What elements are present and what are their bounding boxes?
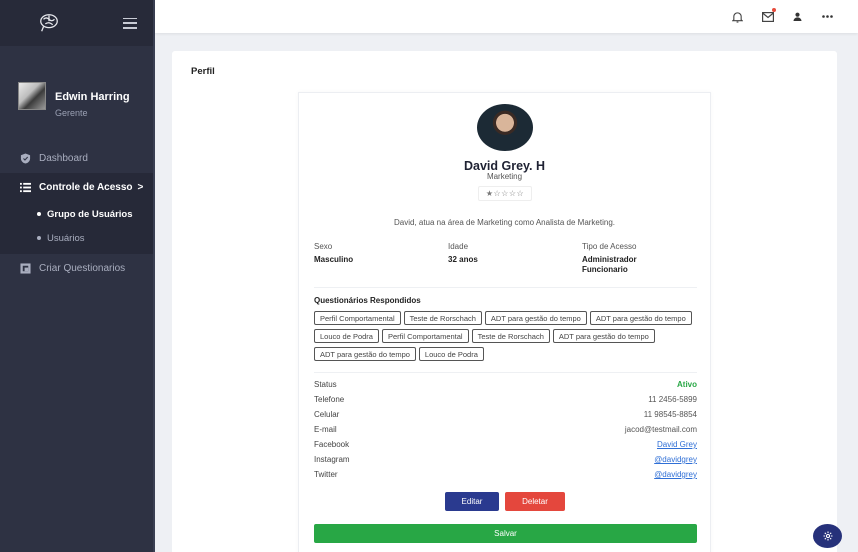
menu-toggle-icon[interactable] [123,17,137,29]
detail-row: Status Ativo [314,380,697,395]
detail-label: Celular [314,410,340,419]
info-value: Administrador Funcionario [582,255,637,274]
notification-dot [772,8,776,12]
detail-value: 11 2456-5899 [648,395,697,404]
profile-card: David Grey. H Marketing ★☆☆☆☆ David, atu… [298,92,711,552]
detail-link[interactable]: David Grey [657,440,697,455]
profile-name: David Grey. H [463,159,546,173]
questionnaire-tag[interactable]: ADT para gestão do tempo [552,329,655,343]
brain-logo-icon[interactable] [38,12,60,34]
questionnaire-tag[interactable]: ADT para gestão do tempo [589,311,692,325]
detail-label: Status [314,380,337,389]
sidebar-item-label: Controle de Acesso [39,182,133,193]
sidebar-user: Edwin Harring Gerente [0,46,153,146]
detail-row: Telefone 11 2456-5899 [314,395,697,410]
bullet-icon [37,236,41,240]
detail-label: E-mail [314,425,337,434]
sidebar-item-access-control[interactable]: Controle de Acesso > [0,173,153,202]
sidebar-group-access: Controle de Acesso > Grupo de Usuários U… [0,173,153,254]
detail-row: E-mail jacod@testmail.com [314,425,697,440]
main-panel: Perfil David Grey. H Marketing ★☆☆☆☆ Dav… [172,51,837,552]
questionnaire-tag[interactable]: Perfil Comportamental [381,329,469,343]
bullet-icon [37,212,41,216]
mail-icon[interactable] [761,8,776,23]
profile-info: Sexo Masculino Idade 32 anos Tipo de Ace… [314,242,697,275]
detail-label: Facebook [314,440,350,449]
sidebar-subitem-users[interactable]: Usuários [0,226,153,250]
bell-icon[interactable] [731,10,744,23]
detail-label: Twitter [314,470,338,479]
topbar [155,0,858,33]
info-access-type: Tipo de Acesso Administrador Funcionario [582,242,652,275]
contact-details: Status Ativo Telefone 11 2456-5899 Celular 11… [314,380,697,485]
sidebar-subitem-label: Grupo de Usuários [47,208,133,220]
settings-fab-icon[interactable] [813,524,842,548]
questionnaire-tag[interactable]: ADT para gestão do tempo [314,347,416,361]
divider [314,372,697,373]
info-value: 32 anos [448,255,478,264]
more-icon[interactable] [821,10,834,23]
save-button[interactable]: Salvar [314,524,697,543]
questionnaire-tag[interactable]: Louco de Podra [314,329,379,343]
sidebar-item-dashboard[interactable]: Dashboard [0,144,153,173]
sidebar-subitem-user-groups[interactable]: Grupo de Usuários [0,202,153,226]
edit-button[interactable]: Editar [445,492,499,511]
chevron-right-icon: > [137,182,144,193]
profile-department: Marketing [486,172,523,181]
avatar [18,82,46,110]
questionnaire-tag[interactable]: Teste de Rorschach [403,311,482,325]
detail-row: Celular 11 98545-8854 [314,410,697,425]
detail-row: Instagram @davidgrey [314,455,697,470]
user-name: Edwin Harring [55,90,130,103]
user-role: Gerente [55,107,88,118]
detail-label: Instagram [314,455,350,464]
questionnaire-tag[interactable]: Teste de Rorschach [471,329,550,343]
sidebar-header [0,0,153,46]
questionnaire-tag[interactable]: Louco de Podra [418,347,484,361]
page-title: Perfil [191,66,215,77]
delete-button[interactable]: Deletar [505,492,565,511]
user-icon[interactable] [791,10,804,23]
sidebar-item-create-questionnaires[interactable]: Criar Questionarios [0,254,153,283]
info-label: Sexo [314,242,333,251]
detail-value: jacod@testmail.com [624,425,697,434]
profile-bio: David, atua na área de Marketing como An… [393,218,615,227]
sidebar-item-label: Criar Questionarios [39,263,126,274]
detail-value: Ativo [677,380,697,389]
detail-row: Twitter @davidgrey [314,470,697,485]
sidebar-subitem-label: Usuários [47,232,85,244]
questionnaire-tag[interactable]: ADT para gestão do tempo [484,311,587,325]
info-age: Idade 32 anos [448,242,582,275]
detail-link[interactable]: @davidgrey [654,470,697,485]
questionnaire-tags: Perfil Comportamental Teste de Rorschach A… [314,311,697,361]
star-rating[interactable]: ★☆☆☆☆ [478,186,532,201]
questionnaires-title: Questionários Respondidos [314,296,421,305]
info-label: Tipo de Acesso [582,242,637,251]
profile-avatar [477,104,533,151]
detail-link[interactable]: @davidgrey [654,455,697,470]
info-label: Idade [448,242,469,251]
detail-value: 11 98545-8854 [643,410,697,419]
info-value: Masculino [314,255,354,264]
form-icon [20,263,31,274]
detail-row: Facebook David Grey [314,440,697,455]
sidebar-item-label: Dashboard [39,153,88,164]
list-icon [20,182,31,193]
info-sex: Sexo Masculino [314,242,448,275]
divider [314,287,697,288]
detail-label: Telefone [314,395,345,404]
shield-check-icon [20,153,31,164]
questionnaire-tag[interactable]: Perfil Comportamental [314,311,401,325]
sidebar: Edwin Harring Gerente Dashboard Controle… [0,0,155,552]
